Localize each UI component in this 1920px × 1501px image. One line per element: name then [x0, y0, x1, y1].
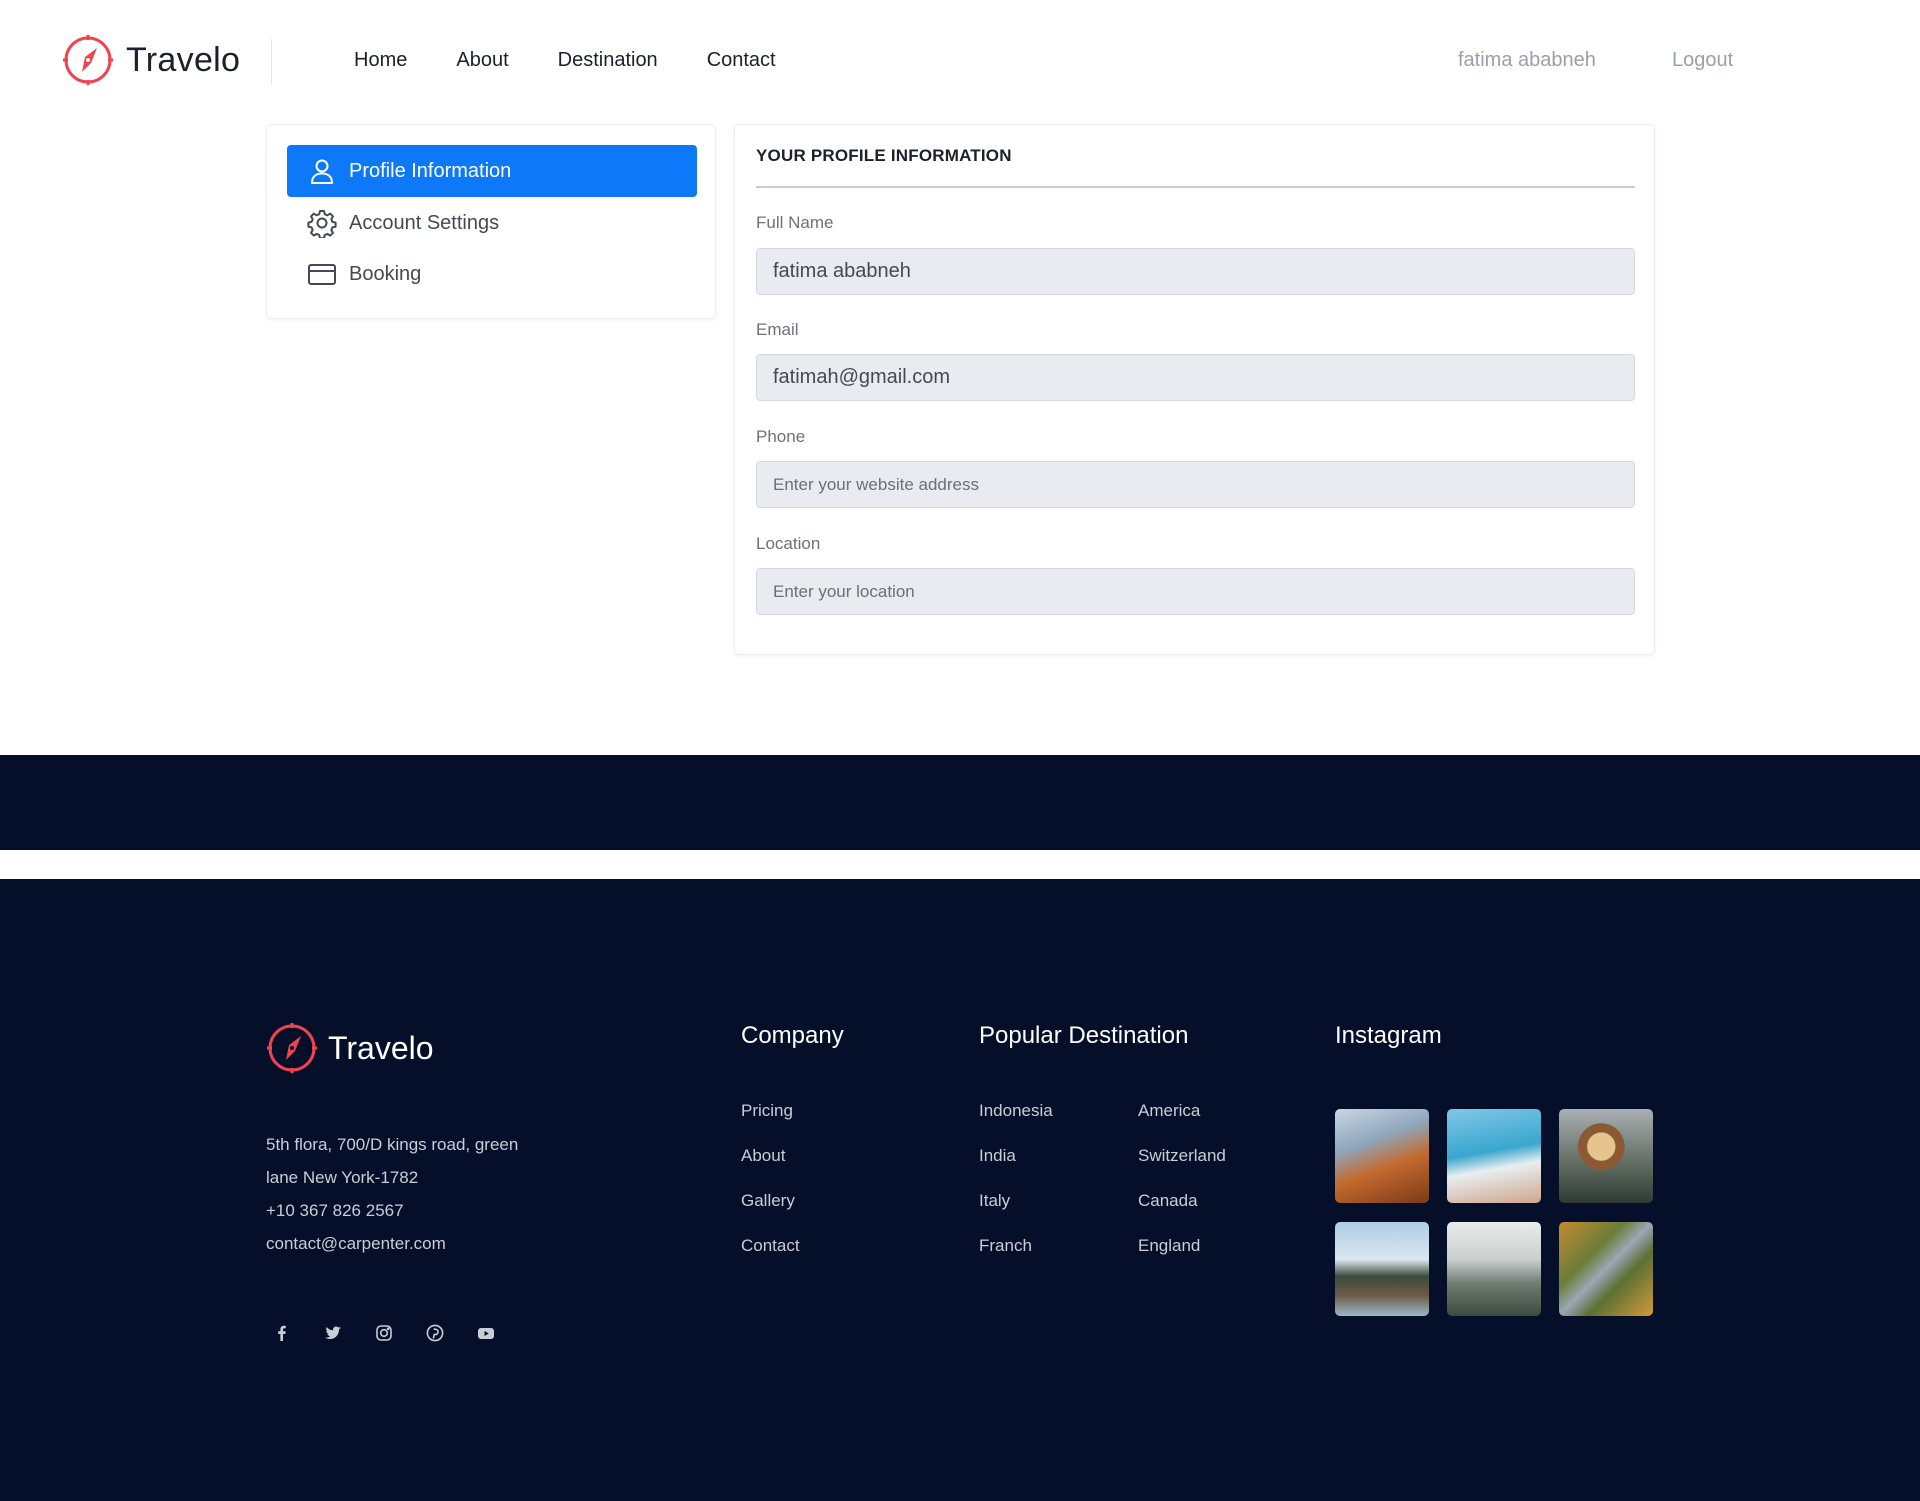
destination-links-col-1: Indonesia India Italy Franch — [979, 1101, 1053, 1281]
destination-link[interactable]: India — [979, 1146, 1053, 1191]
profile-information-card: YOUR PROFILE INFORMATION Full Name Email… — [734, 124, 1655, 655]
destination-link[interactable]: America — [1138, 1101, 1226, 1146]
destination-links-col-2: America Switzerland Canada England — [1138, 1101, 1226, 1281]
footer-email: contact@carpenter.com — [266, 1234, 446, 1253]
nav-about[interactable]: About — [456, 49, 508, 72]
footer-link-pricing[interactable]: Pricing — [741, 1101, 800, 1146]
location-field[interactable] — [756, 568, 1635, 615]
pinterest-icon[interactable] — [425, 1323, 445, 1343]
sidebar-item-account-settings[interactable]: Account Settings — [287, 197, 697, 249]
email-field[interactable] — [756, 354, 1635, 401]
destination-link[interactable]: Indonesia — [979, 1101, 1053, 1146]
social-links — [272, 1323, 496, 1343]
nav-home[interactable]: Home — [354, 49, 407, 72]
nav-contact[interactable]: Contact — [707, 49, 776, 72]
phone-label: Phone — [756, 427, 806, 446]
footer-link-gallery[interactable]: Gallery — [741, 1191, 800, 1236]
destination-link[interactable]: Franch — [979, 1236, 1053, 1281]
destination-link[interactable]: England — [1138, 1236, 1226, 1281]
brand-logo[interactable]: Travelo — [62, 33, 240, 87]
instagram-photo[interactable] — [1447, 1222, 1541, 1316]
company-links: Pricing About Gallery Contact — [741, 1101, 800, 1281]
title-divider — [756, 186, 1635, 188]
gear-icon — [307, 210, 337, 238]
phone-field[interactable] — [756, 461, 1635, 508]
destination-link[interactable]: Canada — [1138, 1191, 1226, 1236]
site-footer: Travelo 5th flora, 700/D kings road, gre… — [0, 879, 1920, 1501]
compass-icon — [267, 1023, 317, 1073]
header-divider — [271, 39, 272, 85]
footer-link-about[interactable]: About — [741, 1146, 800, 1191]
instagram-photo[interactable] — [1447, 1109, 1541, 1203]
instagram-gallery — [1335, 1109, 1653, 1316]
location-label: Location — [756, 534, 821, 553]
nav-destination[interactable]: Destination — [558, 49, 658, 72]
footer-phone: +10 367 826 2567 — [266, 1201, 404, 1220]
popular-destination-heading: Popular Destination — [979, 1022, 1189, 1049]
instagram-heading: Instagram — [1335, 1022, 1442, 1049]
main-nav: Home About Destination Contact — [354, 49, 776, 72]
sidebar-item-profile-information[interactable]: Profile Information — [287, 145, 697, 197]
destination-link[interactable]: Italy — [979, 1191, 1053, 1236]
footer-contact-info: 5th flora, 700/D kings road, green lane … — [266, 1128, 566, 1260]
footer-brand-logo[interactable]: Travelo — [266, 1022, 434, 1074]
sidebar-item-label: Account Settings — [349, 211, 500, 234]
company-heading: Company — [741, 1022, 844, 1049]
profile-sidebar: Profile Information Account Settings Boo… — [266, 124, 716, 319]
compass-icon — [63, 35, 113, 85]
sidebar-item-label: Profile Information — [349, 159, 512, 182]
instagram-photo[interactable] — [1335, 1222, 1429, 1316]
instagram-photo[interactable] — [1559, 1109, 1653, 1203]
full-name-field[interactable] — [756, 248, 1635, 295]
instagram-icon[interactable] — [374, 1323, 394, 1343]
logout-link[interactable]: Logout — [1672, 49, 1733, 72]
footer-brand-name: Travelo — [328, 1029, 434, 1066]
address-line-1: 5th flora, 700/D kings road, green — [266, 1135, 519, 1154]
address-line-2: lane New York-1782 — [266, 1168, 419, 1187]
destination-link[interactable]: Switzerland — [1138, 1146, 1226, 1191]
email-label: Email — [756, 320, 799, 339]
sidebar-item-booking[interactable]: Booking — [287, 248, 697, 300]
twitter-icon[interactable] — [323, 1323, 343, 1343]
instagram-photo[interactable] — [1335, 1109, 1429, 1203]
facebook-icon[interactable] — [272, 1323, 292, 1343]
brand-name: Travelo — [126, 40, 241, 79]
user-name[interactable]: fatima ababneh — [1458, 49, 1596, 72]
sidebar-item-label: Booking — [349, 262, 422, 285]
full-name-label: Full Name — [756, 213, 834, 232]
instagram-photo[interactable] — [1559, 1222, 1653, 1316]
page-title: YOUR PROFILE INFORMATION — [756, 146, 1012, 165]
footer-link-contact[interactable]: Contact — [741, 1236, 800, 1281]
site-header: Travelo Home About Destination Contact f… — [0, 0, 1920, 122]
credit-card-icon — [308, 264, 336, 285]
youtube-icon[interactable] — [476, 1323, 496, 1343]
dark-band — [0, 755, 1920, 850]
user-icon — [311, 159, 333, 184]
